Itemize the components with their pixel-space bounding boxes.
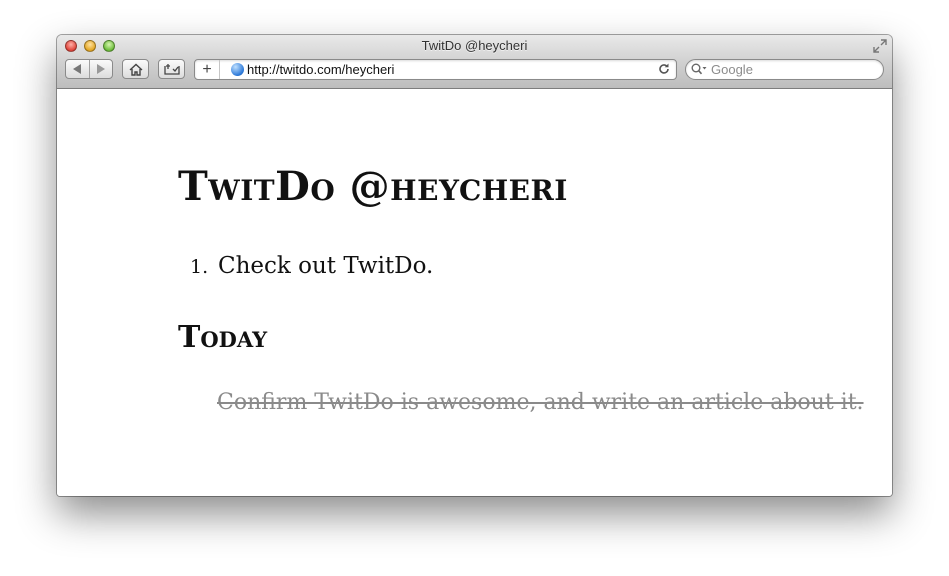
address-url[interactable]: http://twitdo.com/heycheri xyxy=(247,60,394,79)
fullscreen-icon[interactable] xyxy=(873,39,887,53)
home-button[interactable] xyxy=(122,59,149,79)
forward-arrow-icon xyxy=(97,64,106,74)
search-field[interactable] xyxy=(685,59,884,80)
forward-button[interactable] xyxy=(90,60,113,78)
list-item-number: 1. xyxy=(190,256,209,278)
site-globe-icon xyxy=(231,63,244,76)
back-arrow-icon xyxy=(72,64,81,74)
address-bar[interactable]: + http://twitdo.com/heycheri xyxy=(194,59,677,80)
home-icon xyxy=(129,63,142,76)
completed-item: Confirm TwitDo is awesome, and write an … xyxy=(217,390,864,415)
page-content: TwitDo @heycheri 1. Check out TwitDo. To… xyxy=(57,89,892,496)
search-input[interactable] xyxy=(711,60,876,79)
todo-list: 1. Check out TwitDo. xyxy=(190,249,433,284)
today-heading: Today xyxy=(178,320,268,355)
add-bookmark-button[interactable]: + xyxy=(195,60,220,79)
back-button[interactable] xyxy=(66,60,89,78)
window-title: TwitDo @heycheri xyxy=(421,38,528,53)
browser-toolbar: TwitDo @heycheri + http://twitdo.com/hey… xyxy=(57,35,892,89)
list-item-text: Check out TwitDo. xyxy=(218,253,434,279)
reload-icon[interactable] xyxy=(658,63,670,75)
list-item: 1. Check out TwitDo. xyxy=(190,249,433,284)
bookmarks-button[interactable] xyxy=(158,59,185,79)
search-icon xyxy=(691,63,707,75)
back-forward-group xyxy=(65,59,113,79)
bookmarks-icon xyxy=(163,64,180,75)
page-title: TwitDo @heycheri xyxy=(178,163,568,210)
browser-window: TwitDo @heycheri + http://twitdo.com/hey… xyxy=(57,35,892,496)
